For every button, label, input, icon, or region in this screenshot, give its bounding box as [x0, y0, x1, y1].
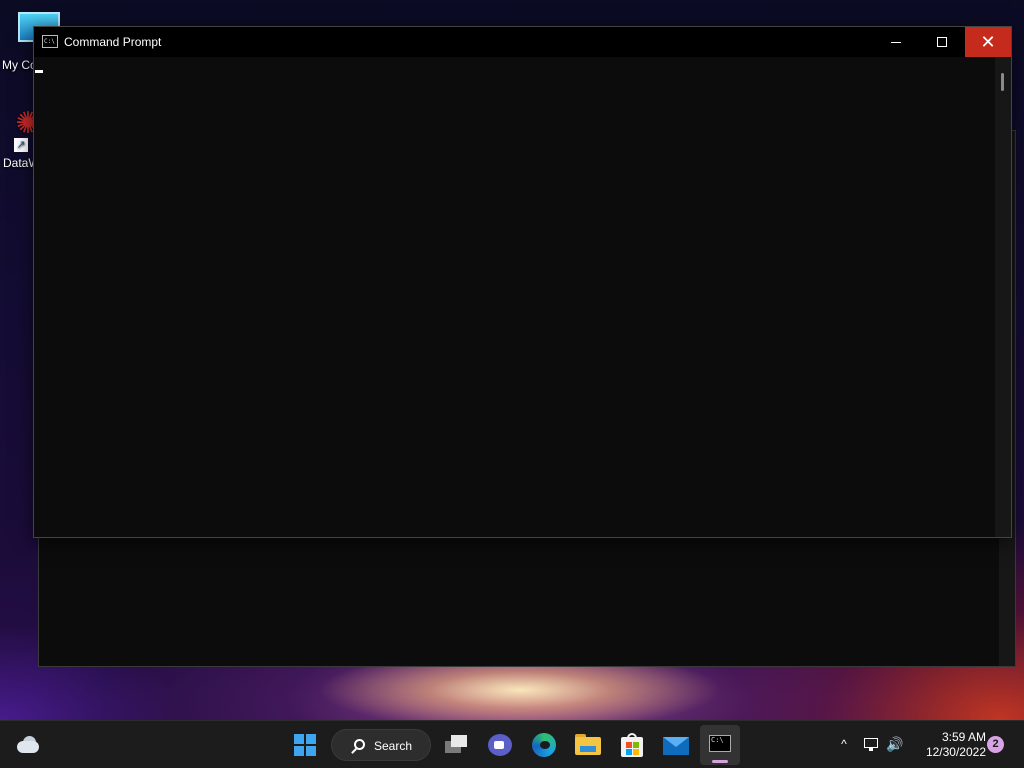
window-title: Command Prompt — [64, 35, 162, 49]
mail-button[interactable] — [660, 729, 692, 761]
folder-strip — [580, 746, 596, 752]
scrollbar-thumb[interactable] — [1001, 73, 1004, 91]
network-icon[interactable] — [862, 735, 882, 753]
video-camera-icon — [494, 741, 504, 749]
edge-button[interactable] — [528, 729, 560, 761]
command-prompt-window[interactable]: C:\ Command Prompt ✕ — [33, 26, 1012, 538]
network-monitor — [864, 738, 878, 748]
active-app-indicator — [712, 760, 728, 763]
close-button[interactable]: ✕ — [965, 27, 1011, 57]
weather-widget[interactable] — [16, 734, 40, 756]
minimize-icon — [891, 42, 901, 43]
cmd-icon: C:\ — [42, 35, 58, 48]
desktop-icon-label: My Co — [2, 58, 37, 72]
taskbar: Search C:\ ^ 🔊 3:59 AM 12/30/2022 2 — [0, 720, 1024, 768]
command-prompt-taskbar-button[interactable]: C:\ — [700, 725, 740, 765]
minimize-button[interactable] — [873, 27, 919, 57]
microsoft-store-button[interactable] — [616, 729, 648, 761]
store-logo-green — [633, 742, 639, 748]
volume-icon[interactable]: 🔊 — [886, 735, 908, 753]
taskbar-search-button[interactable]: Search — [331, 729, 431, 761]
command-prompt-icon: C:\ — [709, 735, 731, 752]
mail-flap — [663, 737, 689, 747]
task-view-icon-front — [451, 735, 467, 747]
window-titlebar[interactable]: C:\ Command Prompt ✕ — [34, 27, 1011, 57]
store-logo-red — [626, 742, 632, 748]
task-view-button[interactable] — [440, 729, 472, 761]
shortcut-arrow-icon: ↗ — [14, 138, 28, 152]
console-output[interactable] — [34, 57, 997, 537]
close-icon: ✕ — [980, 32, 996, 52]
windows-logo-icon — [294, 734, 316, 756]
chat-button[interactable] — [484, 729, 516, 761]
store-logo-blue — [626, 749, 632, 755]
store-logo-yellow — [633, 749, 639, 755]
cloud-icon-base — [17, 741, 39, 753]
clock-date: 12/30/2022 — [925, 745, 986, 759]
store-icon — [621, 737, 643, 757]
maximize-icon — [937, 37, 947, 47]
search-label: Search — [374, 739, 413, 753]
vertical-scrollbar[interactable] — [995, 57, 1011, 537]
show-hidden-icons-chevron-icon[interactable]: ^ — [836, 736, 852, 752]
text-cursor — [35, 70, 43, 73]
file-explorer-button[interactable] — [572, 729, 604, 761]
search-icon — [354, 739, 365, 750]
clock-time: 3:59 AM — [941, 730, 986, 744]
edge-icon-center — [540, 741, 550, 749]
notification-badge[interactable]: 2 — [987, 736, 1004, 753]
network-stand — [869, 748, 873, 751]
desktop: My Co ✺ ↗ DataW C:\ Command Prompt ✕ — [0, 0, 1024, 720]
start-button[interactable] — [289, 729, 321, 761]
taskbar-clock[interactable]: 3:59 AM 12/30/2022 — [914, 730, 986, 760]
maximize-button[interactable] — [919, 27, 965, 57]
